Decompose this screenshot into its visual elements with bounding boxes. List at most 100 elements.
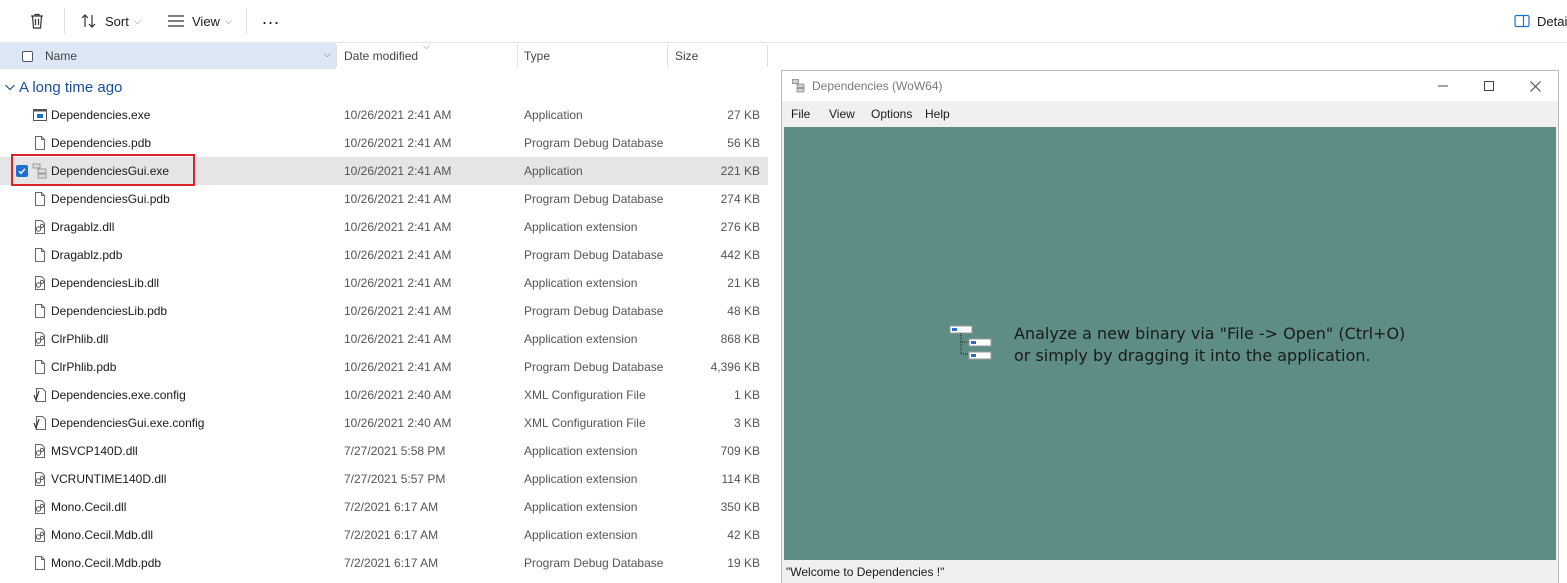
title-bar[interactable]: Dependencies (WoW64) — [782, 71, 1558, 101]
file-icon — [32, 297, 48, 325]
file-date: 7/27/2021 5:57 PM — [344, 472, 446, 486]
file-size: 114 KB — [721, 472, 760, 486]
dll-icon — [32, 437, 48, 465]
close-icon — [1529, 80, 1541, 92]
file-type: XML Configuration File — [524, 388, 646, 402]
column-name-label: Name — [45, 49, 78, 63]
file-row[interactable]: Mono.Cecil.Mdb.pdb 7/2/2021 6:17 AM Progra… — [0, 549, 768, 577]
file-row[interactable]: Dependencies.exe.config 10/26/2021 2:40 A… — [0, 381, 768, 409]
file-row[interactable]: DependenciesGui.pdb 10/26/2021 2:41 AM Pro… — [0, 185, 768, 213]
menu-help[interactable]: Help — [925, 107, 950, 121]
file-size: 27 KB — [727, 108, 760, 122]
column-divider[interactable] — [667, 45, 668, 67]
file-row[interactable]: ClrPhlib.dll 10/26/2021 2:41 AM Applicatio… — [0, 325, 768, 353]
file-row[interactable]: DependenciesGui.exe.config 10/26/2021 2:4… — [0, 409, 768, 437]
file-icon — [32, 185, 48, 213]
drop-area[interactable]: Analyze a new binary via "File -> Open" … — [784, 127, 1556, 560]
file-date: 10/26/2021 2:41 AM — [344, 276, 452, 290]
file-type: Application extension — [524, 276, 638, 290]
close-button[interactable] — [1512, 71, 1558, 101]
delete-button[interactable] — [28, 8, 46, 34]
select-all-checkbox[interactable] — [22, 50, 33, 62]
file-type: Program Debug Database — [524, 192, 664, 206]
column-divider[interactable] — [767, 45, 768, 67]
menu-options[interactable]: Options — [871, 107, 912, 121]
file-row[interactable]: Dragablz.dll 10/26/2021 2:41 AM Applicatio… — [0, 213, 768, 241]
file-row[interactable]: ClrPhlib.pdb 10/26/2021 2:41 AM Program De… — [0, 353, 768, 381]
maximize-button[interactable] — [1466, 71, 1512, 101]
file-row[interactable]: MSVCP140D.dll 7/27/2021 5:58 PM Applicatio… — [0, 437, 768, 465]
status-text: "Welcome to Dependencies !" — [786, 565, 945, 579]
sort-icon — [81, 14, 96, 28]
file-name: DependenciesGui.exe.config — [51, 416, 205, 430]
command-bar: Sort ⌵ View ⌵ ... Detai — [0, 0, 1567, 43]
menu-view[interactable]: View — [829, 107, 855, 121]
file-row[interactable]: DependenciesGui.exe 10/26/2021 2:41 AM App… — [0, 157, 768, 185]
file-date: 10/26/2021 2:41 AM — [344, 332, 452, 346]
file-type: Program Debug Database — [524, 136, 664, 150]
file-name: Mono.Cecil.Mdb.dll — [51, 528, 154, 542]
file-row[interactable]: Dependencies.exe 10/26/2021 2:41 AM Applic… — [0, 101, 768, 129]
file-type: Application extension — [524, 528, 638, 542]
file-size: 274 KB — [720, 192, 760, 206]
dll-icon — [32, 465, 48, 493]
file-name: DependenciesGui.pdb — [51, 192, 170, 206]
dll-icon — [32, 493, 48, 521]
minimize-button[interactable] — [1420, 71, 1466, 101]
column-divider[interactable] — [517, 45, 518, 67]
file-row[interactable]: VCRUNTIME140D.dll 7/27/2021 5:57 PM Applic… — [0, 465, 768, 493]
file-name: DependenciesLib.pdb — [51, 304, 168, 318]
more-options-button[interactable]: ... — [262, 5, 280, 31]
column-header-date[interactable]: Date modified — [344, 43, 418, 69]
dll-icon — [32, 325, 48, 353]
file-type: XML Configuration File — [524, 416, 646, 430]
column-header-type[interactable]: Type — [524, 43, 550, 69]
file-row[interactable]: Dependencies.pdb 10/26/2021 2:41 AM Progra… — [0, 129, 768, 157]
file-name: DependenciesLib.dll — [51, 276, 160, 290]
message-line-2: or simply by dragging it into the applic… — [1014, 346, 1371, 365]
file-name: Mono.Cecil.dll — [51, 500, 127, 514]
column-divider[interactable] — [336, 45, 337, 67]
sort-button[interactable]: Sort ⌵ — [80, 8, 141, 34]
column-header-name[interactable]: Name ⌵ — [0, 43, 336, 69]
file-row[interactable]: Mono.Cecil.dll 7/2/2021 6:17 AM Applicatio… — [0, 493, 768, 521]
menu-file[interactable]: File — [791, 107, 810, 121]
file-row[interactable]: DependenciesLib.pdb 10/26/2021 2:41 AM Pro… — [0, 297, 768, 325]
file-size: 42 KB — [727, 528, 760, 542]
more-icon: ... — [262, 7, 281, 28]
file-date: 10/26/2021 2:41 AM — [344, 248, 452, 262]
trash-icon — [31, 13, 43, 29]
status-bar: "Welcome to Dependencies !" — [782, 561, 1558, 583]
row-checkbox[interactable] — [16, 165, 28, 177]
file-date: 10/26/2021 2:41 AM — [344, 108, 452, 122]
dll-icon — [32, 521, 48, 549]
view-button[interactable]: View ⌵ — [167, 8, 232, 34]
file-row[interactable]: Dragablz.pdb 10/26/2021 2:41 AM Program De… — [0, 241, 768, 269]
file-type: Application extension — [524, 444, 638, 458]
view-label: View — [192, 13, 220, 29]
file-name: VCRUNTIME140D.dll — [51, 472, 167, 486]
file-name: Dragablz.dll — [51, 220, 115, 234]
file-date: 10/26/2021 2:40 AM — [344, 388, 452, 402]
file-size: 221 KB — [720, 164, 760, 178]
file-name: Dependencies.pdb — [51, 136, 152, 150]
file-date: 7/27/2021 5:58 PM — [344, 444, 446, 458]
file-row[interactable]: DependenciesLib.dll 10/26/2021 2:41 AM App… — [0, 269, 768, 297]
file-size: 48 KB — [727, 304, 760, 318]
group-label: A long time ago — [19, 78, 123, 96]
file-type: Application extension — [524, 332, 638, 346]
file-size: 709 KB — [720, 444, 760, 458]
dll-icon — [32, 213, 48, 241]
group-header[interactable]: A long time ago — [4, 77, 122, 97]
message-line-1: Analyze a new binary via "File -> Open" … — [1014, 324, 1406, 343]
file-name: ClrPhlib.pdb — [51, 360, 117, 374]
file-size: 3 KB — [733, 416, 760, 430]
details-pane-button[interactable]: Detai — [1514, 8, 1567, 34]
view-icon — [168, 15, 184, 27]
file-size: 21 KB — [727, 276, 760, 290]
menu-bar: File View Options Help — [782, 101, 1558, 127]
file-row[interactable]: Mono.Cecil.Mdb.dll 7/2/2021 6:17 AM Applic… — [0, 521, 768, 549]
column-header-size[interactable]: Size — [675, 43, 698, 69]
chevron-down-icon[interactable]: ⌵ — [324, 49, 331, 60]
file-size: 868 KB — [720, 332, 760, 346]
